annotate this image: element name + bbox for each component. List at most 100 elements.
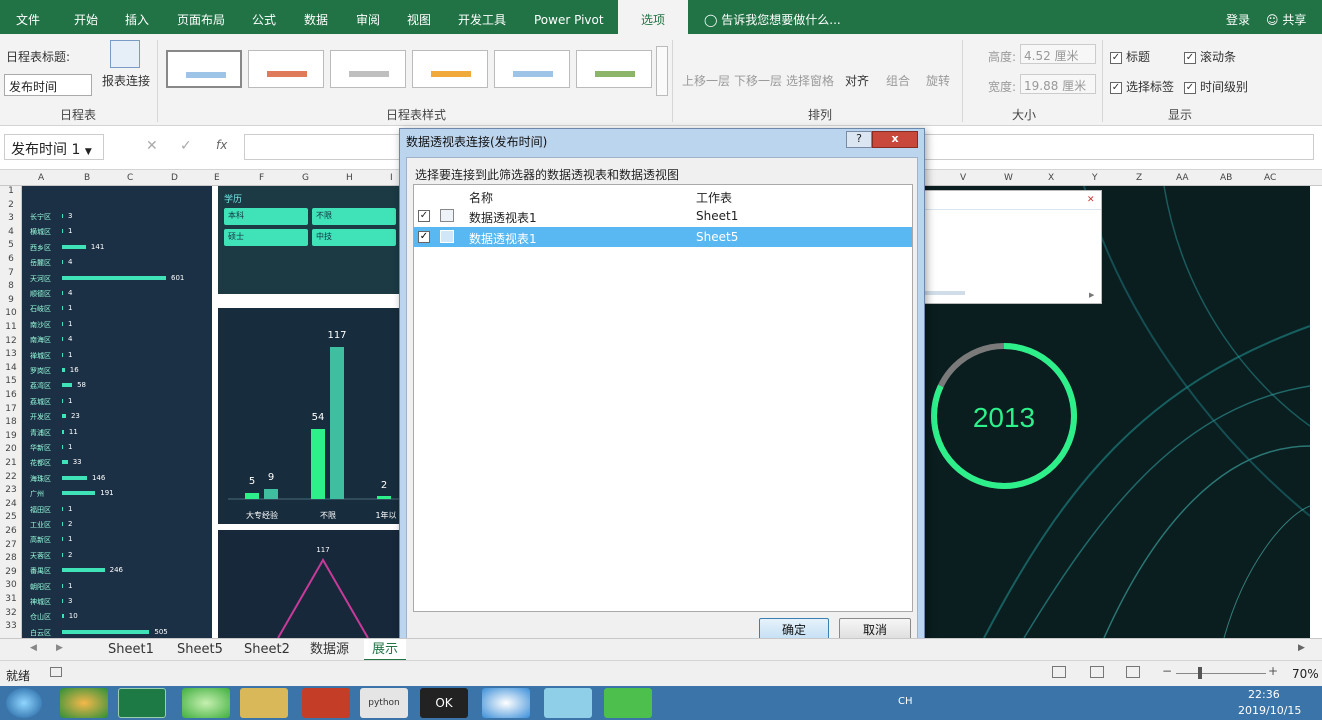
row-header[interactable]: 32 [0,608,22,618]
excel-icon[interactable] [118,688,166,718]
col-header[interactable]: V [960,170,966,186]
row-header[interactable]: 13 [0,349,22,359]
col-header[interactable]: W [1004,170,1013,186]
row-header[interactable]: 33 [0,621,22,631]
sheet-tab-active[interactable]: 展示 [364,639,407,661]
show-title-checkbox[interactable]: ✓ 标题 [1110,48,1150,65]
styles-scroll[interactable] [656,46,668,96]
row-header[interactable]: 2 [0,200,22,210]
rotate-button[interactable]: 旋转 [926,72,950,89]
col-header[interactable]: Y [1092,170,1098,186]
col-header[interactable]: X [1048,170,1054,186]
row-header[interactable]: 7 [0,268,22,278]
col-header[interactable]: A [38,170,44,186]
col-header[interactable]: I [390,170,393,186]
show-selection-label-checkbox[interactable]: ✓ 选择标签 [1110,78,1174,95]
timeline-style-3[interactable] [330,50,406,88]
row-header[interactable]: 15 [0,376,22,386]
report-connection-icon[interactable] [110,40,140,68]
education-button-technical[interactable]: 中技 [312,229,396,246]
sheet-tab[interactable]: Sheet2 [236,639,298,661]
ev-recorder-icon[interactable]: OK [420,688,468,718]
col-header[interactable]: D [171,170,178,186]
start-button[interactable] [6,688,42,718]
col-header[interactable]: Z [1136,170,1142,186]
group-button[interactable]: 组合 [886,72,910,89]
row-header[interactable]: 8 [0,281,22,291]
ie-icon[interactable] [182,688,230,718]
prev-sheet-icon[interactable]: ◀ [30,643,37,653]
tab-view[interactable]: 视图 [407,0,431,34]
row-header[interactable]: 3 [0,213,22,223]
timeline-style-5[interactable] [494,50,570,88]
show-scrollbar-checkbox[interactable]: ✓ 滚动条 [1184,48,1236,65]
zoom-out-icon[interactable]: − [1162,664,1172,678]
zoom-thumb[interactable] [1198,667,1202,679]
col-header[interactable]: AC [1264,170,1276,186]
input-language[interactable]: CH [898,696,913,707]
show-time-level-checkbox[interactable]: ✓ 时间级别 [1184,78,1248,95]
row-header[interactable]: 23 [0,485,22,495]
close-button[interactable]: x [872,131,918,148]
recording-icon[interactable] [482,688,530,718]
login-link[interactable]: 登录 [1226,0,1250,34]
row-header[interactable]: 26 [0,526,22,536]
col-header[interactable]: G [302,170,309,186]
next-sheet-icon[interactable]: ▶ [56,643,63,653]
row-header[interactable]: 11 [0,322,22,332]
function-icon[interactable]: fx [216,138,227,152]
education-button-bachelor[interactable]: 本科 [224,208,308,225]
col-header[interactable]: H [346,170,353,186]
row-header[interactable]: 28 [0,553,22,563]
powerpoint-icon[interactable] [302,688,350,718]
row-header[interactable]: 5 [0,240,22,250]
row-header[interactable]: 20 [0,444,22,454]
zoom-in-icon[interactable]: + [1268,664,1278,678]
row-header[interactable]: 29 [0,567,22,577]
cancel-icon[interactable]: ✕ [146,138,158,154]
timeline-style-1[interactable] [166,50,242,88]
sheet-tab[interactable]: 数据源 [302,639,357,661]
zoom-slider[interactable] [1176,673,1266,674]
row-header[interactable]: 6 [0,254,22,264]
normal-view-icon[interactable] [1052,666,1066,678]
tell-me-box[interactable]: ◯ 告诉我您想要做什么... [704,0,841,34]
row-header[interactable]: 10 [0,308,22,318]
report-connection-button[interactable]: 报表连接 [102,72,150,89]
page-layout-view-icon[interactable] [1090,666,1104,678]
folder-icon[interactable] [240,688,288,718]
tab-formulas[interactable]: 公式 [252,0,276,34]
col-header[interactable]: C [127,170,133,186]
scroll-right-icon[interactable]: ▶ [1298,643,1305,653]
sheet-tab[interactable]: Sheet1 [100,639,162,661]
row-header[interactable]: 27 [0,540,22,550]
tab-file[interactable]: 文件 [16,0,40,34]
pivot-row[interactable]: ✓ 数据透视表1 Sheet1 [414,206,912,226]
align-button[interactable]: 对齐 [845,72,869,89]
row-header[interactable]: 4 [0,227,22,237]
notes-icon[interactable] [544,688,592,718]
timeline-style-6[interactable] [576,50,652,88]
tab-insert[interactable]: 插入 [125,0,149,34]
timeline-style-4[interactable] [412,50,488,88]
row-header[interactable]: 12 [0,336,22,346]
row-header[interactable]: 16 [0,390,22,400]
tab-options[interactable]: 选项 [618,0,688,34]
row-header[interactable]: 22 [0,472,22,482]
clock-time[interactable]: 22:36 [1248,688,1280,701]
row-header[interactable]: 24 [0,499,22,509]
sheet-tab[interactable]: Sheet5 [169,639,231,661]
tab-data[interactable]: 数据 [304,0,328,34]
col-header[interactable]: F [259,170,264,186]
col-header[interactable]: B [84,170,90,186]
row-header[interactable]: 18 [0,417,22,427]
tab-review[interactable]: 审阅 [356,0,380,34]
row-checkbox[interactable]: ✓ [418,231,430,243]
width-input[interactable]: 19.88 厘米 [1020,74,1096,94]
tab-page-layout[interactable]: 页面布局 [177,0,225,34]
row-header[interactable]: 31 [0,594,22,604]
row-header[interactable]: 9 [0,295,22,305]
row-header[interactable]: 25 [0,512,22,522]
clear-filter-icon[interactable]: ✕ [1087,195,1095,205]
zoom-level[interactable]: 70% [1292,667,1319,681]
